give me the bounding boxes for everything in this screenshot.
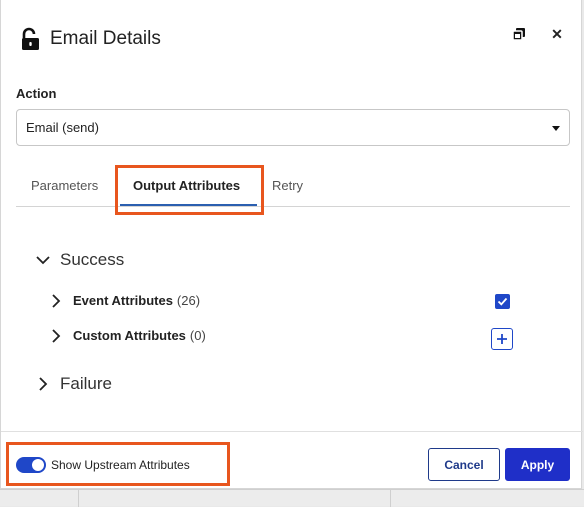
close-icon: ✕	[551, 25, 563, 42]
custom-attributes-count: (0)	[189, 328, 206, 343]
tab-parameters[interactable]: Parameters	[31, 165, 98, 205]
column-divider	[390, 490, 391, 507]
cancel-button[interactable]: Cancel	[428, 448, 500, 481]
dialog-header: Email Details	[21, 24, 161, 54]
chevron-right-icon	[39, 377, 48, 391]
unlock-icon	[22, 27, 39, 50]
success-label: Success	[60, 250, 125, 269]
dialog-title: Email Details	[50, 28, 161, 49]
chevron-down-icon	[36, 256, 50, 265]
active-tab-indicator	[120, 204, 257, 206]
email-details-dialog: Email Details ✕ Action Email (send) Para…	[0, 0, 583, 489]
tab-output-attributes[interactable]: Output Attributes	[133, 165, 240, 205]
add-custom-attribute-button[interactable]	[491, 328, 513, 350]
action-select[interactable]: Email (send)	[16, 109, 570, 146]
close-button[interactable]: ✕	[547, 24, 567, 44]
chevron-right-icon	[52, 328, 61, 343]
show-upstream-toggle[interactable]	[16, 457, 46, 473]
apply-button[interactable]: Apply	[505, 448, 570, 481]
dialog-footer: Show Upstream Attributes Cancel Apply	[1, 431, 583, 489]
failure-label: Failure	[60, 374, 112, 393]
restore-window-icon	[512, 28, 525, 41]
event-attributes-count: (26)	[176, 293, 201, 308]
checkmark-icon	[497, 297, 508, 306]
toggle-knob	[32, 459, 44, 471]
chevron-right-icon	[52, 293, 61, 308]
custom-attributes-row[interactable]: Custom Attributes (0)	[49, 328, 206, 343]
action-label: Action	[16, 86, 57, 101]
column-divider	[78, 490, 79, 507]
action-select-value: Email (send)	[26, 120, 99, 135]
custom-attributes-label: Custom Attributes	[73, 328, 186, 343]
plus-icon	[497, 334, 507, 344]
event-attributes-row[interactable]: Event Attributes (26)	[49, 293, 200, 308]
event-attributes-label: Event Attributes	[73, 293, 173, 308]
event-attributes-checkbox[interactable]	[495, 294, 510, 309]
failure-section-toggle[interactable]: Failure	[36, 374, 112, 394]
background-table-strip	[0, 489, 584, 507]
show-upstream-label: Show Upstream Attributes	[51, 458, 190, 472]
tab-bar: Parameters Output Attributes Retry	[16, 165, 570, 207]
success-section-toggle[interactable]: Success	[36, 250, 124, 270]
caret-down-icon	[552, 126, 560, 131]
restore-window-button[interactable]	[509, 24, 529, 44]
tab-retry[interactable]: Retry	[272, 165, 303, 205]
